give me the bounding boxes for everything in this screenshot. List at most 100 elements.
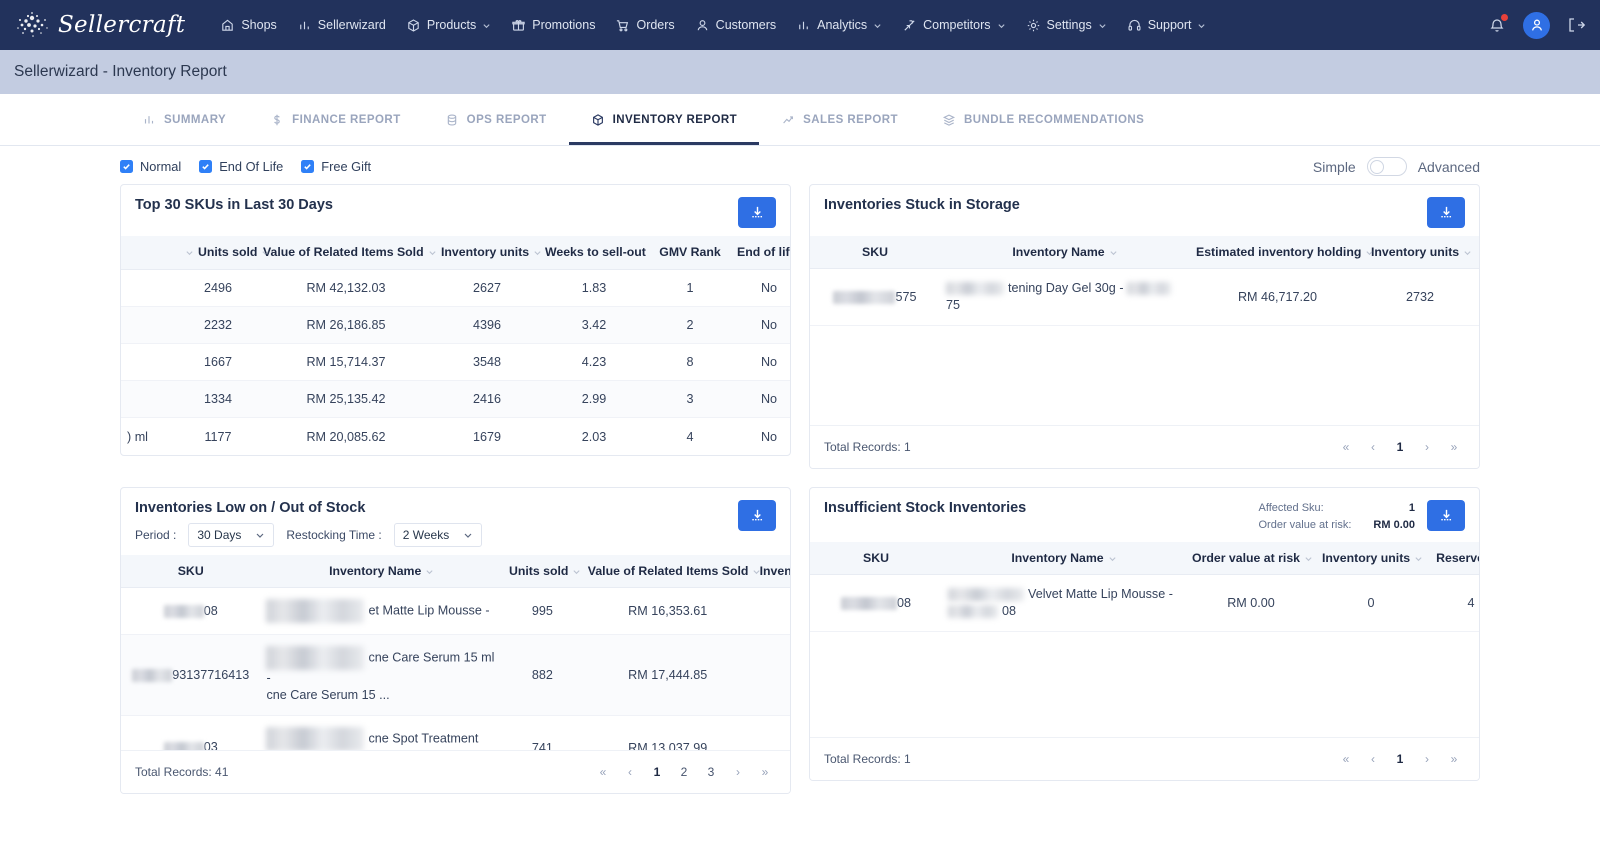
arrows-icon — [904, 19, 915, 31]
brand-name: Sellercraft — [58, 11, 186, 38]
cell-inventory-name: cne Spot Treatment Gel — [260, 715, 503, 750]
col-units-sold[interactable]: Units sold — [502, 555, 582, 588]
tab-sales-report[interactable]: SALES REPORT — [759, 94, 920, 145]
download-button[interactable] — [738, 197, 776, 228]
page-prev-button[interactable]: ‹ — [1362, 748, 1384, 770]
table-scroll-area[interactable]: SKU Inventory Name Units sold Value of R… — [121, 555, 790, 750]
download-button[interactable] — [1427, 500, 1465, 531]
table-scroll-area[interactable]: SKU Inventory Name Order value at risk I… — [810, 542, 1479, 737]
chevron-down-icon — [997, 23, 1005, 28]
tab-inventory-report[interactable]: INVENTORY REPORT — [568, 94, 760, 145]
checkbox-end-of-life[interactable]: End Of Life — [199, 159, 283, 174]
nav-item-orders[interactable]: Orders — [606, 12, 683, 39]
period-select[interactable]: 30 Days — [188, 523, 275, 547]
page-number-1[interactable]: 1 — [1389, 748, 1411, 770]
page-last-button[interactable]: » — [754, 761, 776, 783]
page-number-1[interactable]: 1 — [646, 761, 668, 783]
col-label: Estimated inventory holding — [1196, 245, 1362, 259]
page-number-1[interactable]: 1 — [1389, 436, 1411, 458]
col-inventory-name[interactable]: Inventory Name — [940, 236, 1190, 269]
nav-item-shops[interactable]: Shops — [211, 12, 285, 39]
page-next-button[interactable]: › — [727, 761, 749, 783]
col-gmv-rank[interactable]: GMV Rank — [649, 236, 731, 270]
col-inventory-units[interactable]: Inventory units — [1316, 542, 1426, 576]
simple-advanced-toggle[interactable] — [1366, 157, 1407, 176]
checkbox-free-gift[interactable]: Free Gift — [301, 159, 371, 174]
cell-truncated — [753, 715, 790, 750]
cell-weeks: 1.83 — [539, 269, 649, 307]
table-scroll-area[interactable]: Units sold Value of Related Items Sold I… — [121, 236, 790, 455]
nav-item-promotions[interactable]: Promotions — [502, 12, 604, 39]
card-inventories-stuck-in-storage: Inventories Stuck in Storage SKU Invento… — [809, 184, 1480, 469]
cell-weeks: 4.23 — [539, 343, 649, 381]
col-weeks-to-sell-out[interactable]: Weeks to sell-out — [539, 236, 649, 270]
tab-finance-report[interactable]: FINANCE REPORT — [248, 94, 423, 145]
affected-sku-label: Affected Sku: — [1258, 502, 1324, 514]
col-value-related-items-sold[interactable]: Value of Related Items Sold — [581, 555, 760, 588]
col-label: SKU — [863, 551, 889, 566]
chevron-down-icon — [534, 250, 541, 255]
total-records-label: Total Records: — [824, 440, 901, 454]
table-row: ) ml1177RM 20,085.6216792.034NoNo — [121, 417, 790, 455]
col-inventory-name[interactable]: Inventory Name — [260, 555, 503, 588]
download-icon — [751, 509, 763, 521]
col-sku[interactable]: SKU — [121, 555, 261, 588]
redacted-sku-block — [132, 669, 173, 683]
nav-item-competitors[interactable]: Competitors — [893, 12, 1014, 39]
col-end-of-life[interactable]: End of life — [731, 236, 790, 270]
checkbox-label: Free Gift — [321, 159, 372, 174]
col-value-related-items-sold[interactable]: Value of Related Items Sold — [257, 236, 436, 270]
page-number-2[interactable]: 2 — [673, 761, 695, 783]
cell-sku: 575 — [810, 268, 940, 326]
avatar[interactable] — [1523, 11, 1550, 39]
page-last-button[interactable]: » — [1443, 748, 1465, 770]
col-truncated-next[interactable]: En — [1475, 236, 1479, 269]
nav-item-analytics[interactable]: Analytics — [787, 12, 891, 39]
page-next-button[interactable]: › — [1416, 436, 1438, 458]
nav-item-settings[interactable]: Settings — [1017, 12, 1116, 39]
trend-icon — [783, 115, 794, 123]
cell-name-fragment — [121, 306, 179, 344]
tab-ops-report[interactable]: OPS REPORT — [423, 94, 569, 145]
table-scroll-area[interactable]: SKU Inventory Name Estimated inventory h… — [810, 236, 1479, 425]
cell-eol: No — [731, 380, 790, 418]
nav-item-products[interactable]: Products — [397, 12, 500, 39]
nav-item-customers[interactable]: Customers — [686, 12, 785, 39]
page-number-3[interactable]: 3 — [700, 761, 722, 783]
nav-item-support[interactable]: Support — [1118, 12, 1216, 39]
col-inventory-units[interactable]: Inventory units — [435, 236, 541, 270]
table-header-row: SKU Inventory Name Estimated inventory h… — [810, 236, 1479, 269]
col-inventory-name[interactable]: Inventory Name — [942, 542, 1186, 576]
col-estimated-inventory-holding[interactable]: Estimated inventory holding — [1190, 236, 1373, 269]
page-prev-button[interactable]: ‹ — [619, 761, 641, 783]
page-next-button[interactable]: › — [1416, 748, 1438, 770]
tab-summary[interactable]: SUMMARY — [120, 94, 248, 145]
cell-gmv-rank: 3 — [649, 380, 731, 418]
cell-sku-tail: 08 — [896, 596, 911, 610]
download-button[interactable] — [1427, 197, 1465, 228]
brand-logo[interactable]: Sellercraft — [12, 8, 185, 42]
notifications-button[interactable] — [1487, 14, 1508, 35]
col-label: Invent — [759, 564, 790, 578]
logout-icon[interactable] — [1566, 15, 1586, 35]
nav-item-sellerwizard[interactable]: Sellerwizard — [288, 12, 395, 39]
col-order-value-at-risk[interactable]: Order value at risk — [1186, 542, 1316, 576]
col-inventory-units[interactable]: Inventory units — [1365, 236, 1475, 269]
page-first-button[interactable]: « — [592, 761, 614, 783]
page-last-button[interactable]: » — [1443, 436, 1465, 458]
page-first-button[interactable]: « — [1335, 436, 1357, 458]
col-sku[interactable]: SKU — [810, 236, 940, 269]
download-button[interactable] — [738, 500, 776, 531]
col-units-sold[interactable]: Units sold — [179, 236, 270, 270]
redacted-name-block — [948, 588, 1024, 602]
restocking-time-select[interactable]: 2 Weeks — [393, 523, 483, 547]
navbar-right — [1487, 11, 1586, 39]
col-sku[interactable]: SKU — [810, 542, 942, 576]
total-records-label: Total Records: — [135, 765, 212, 779]
col-reserved-stock[interactable]: Reserved st — [1426, 542, 1479, 576]
page-prev-button[interactable]: ‹ — [1362, 436, 1384, 458]
risk-summary: Affected Sku: 1 Order value at risk: RM … — [1259, 500, 1416, 534]
tab-bundle-recommendations[interactable]: BUNDLE RECOMMENDATIONS — [920, 94, 1166, 145]
checkbox-normal[interactable]: Normal — [120, 159, 181, 174]
page-first-button[interactable]: « — [1335, 748, 1357, 770]
